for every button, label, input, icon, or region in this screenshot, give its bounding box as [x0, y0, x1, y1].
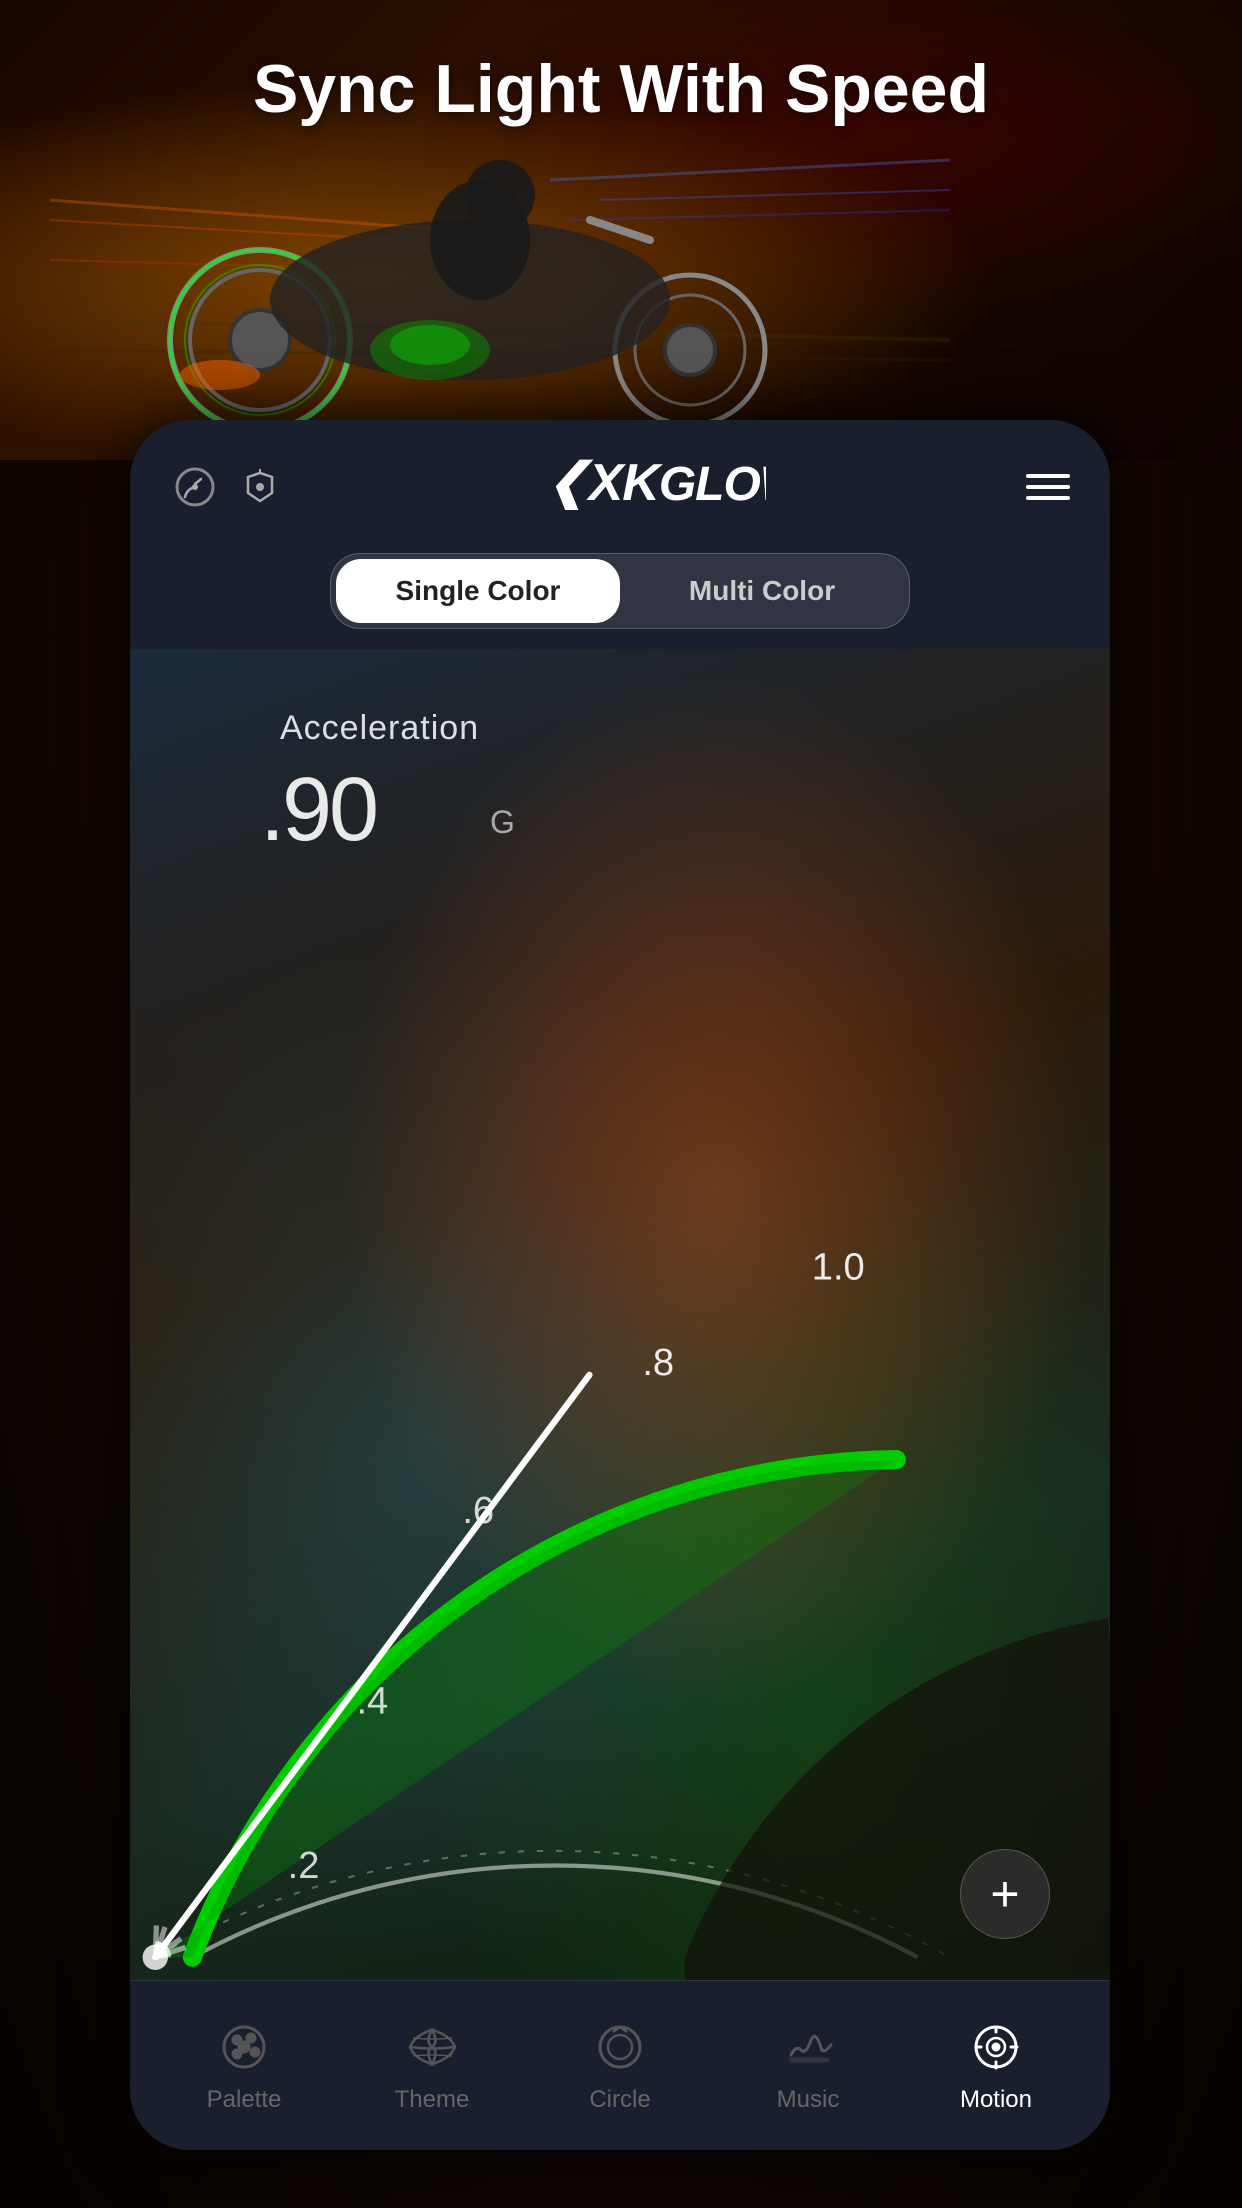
svg-text:❮XKGLOW: ❮XKGLOW	[546, 454, 766, 510]
nav-item-palette[interactable]: Palette	[150, 2018, 338, 2114]
nav-item-theme[interactable]: Theme	[338, 2018, 526, 2114]
gauge-svg: .2 .4 .6 .8 1.0	[130, 1089, 1110, 1989]
hero-section: Sync Light With Speed	[0, 0, 1242, 460]
svg-text:.4: .4	[356, 1681, 388, 1723]
svg-text:.2: .2	[288, 1845, 320, 1887]
app-logo: ❮XKGLOW	[546, 450, 766, 523]
svg-text:.8: .8	[642, 1342, 674, 1384]
hero-title: Sync Light With Speed	[0, 50, 1242, 128]
motion-label: Motion	[960, 2086, 1032, 2114]
color-mode-toggle: Single Color Multi Color	[330, 553, 910, 629]
single-color-tab[interactable]: Single Color	[336, 559, 620, 623]
theme-label: Theme	[395, 2086, 470, 2114]
phone-frame: ❮XKGLOW Single Color Multi Color Acceler…	[130, 420, 1110, 2150]
motion-icon	[966, 2018, 1026, 2078]
circle-icon	[590, 2018, 650, 2078]
music-icon	[778, 2018, 838, 2078]
app-header: ❮XKGLOW	[130, 420, 1110, 543]
gauge-container: .2 .4 .6 .8 1.0	[130, 1089, 1110, 1989]
nav-item-motion[interactable]: Motion	[902, 2018, 1090, 2114]
menu-line-3	[1026, 496, 1070, 500]
menu-line-2	[1026, 485, 1070, 489]
theme-icon	[402, 2018, 462, 2078]
multi-color-tab[interactable]: Multi Color	[620, 559, 904, 623]
nav-item-music[interactable]: Music	[714, 2018, 902, 2114]
svg-text:1.0: 1.0	[812, 1247, 865, 1289]
menu-line-1	[1026, 474, 1070, 478]
palette-label: Palette	[207, 2086, 282, 2114]
palette-icon	[214, 2018, 274, 2078]
header-left	[170, 462, 285, 512]
nav-item-circle[interactable]: Circle	[526, 2018, 714, 2114]
notification-icon[interactable]	[235, 462, 285, 512]
acceleration-unit: G	[490, 804, 515, 841]
main-content: Acceleration .90 G	[130, 649, 1110, 1989]
speedometer-icon[interactable]	[170, 462, 220, 512]
menu-button[interactable]	[1026, 474, 1070, 500]
hero-image	[50, 120, 1192, 440]
bottom-navigation: Palette Theme	[130, 1980, 1110, 2150]
acceleration-label: Acceleration	[280, 709, 479, 748]
circle-label: Circle	[589, 2086, 650, 2114]
music-label: Music	[777, 2086, 840, 2114]
svg-text:.6: .6	[462, 1490, 494, 1532]
acceleration-value: .90	[260, 759, 376, 862]
add-button[interactable]: +	[960, 1849, 1050, 1939]
